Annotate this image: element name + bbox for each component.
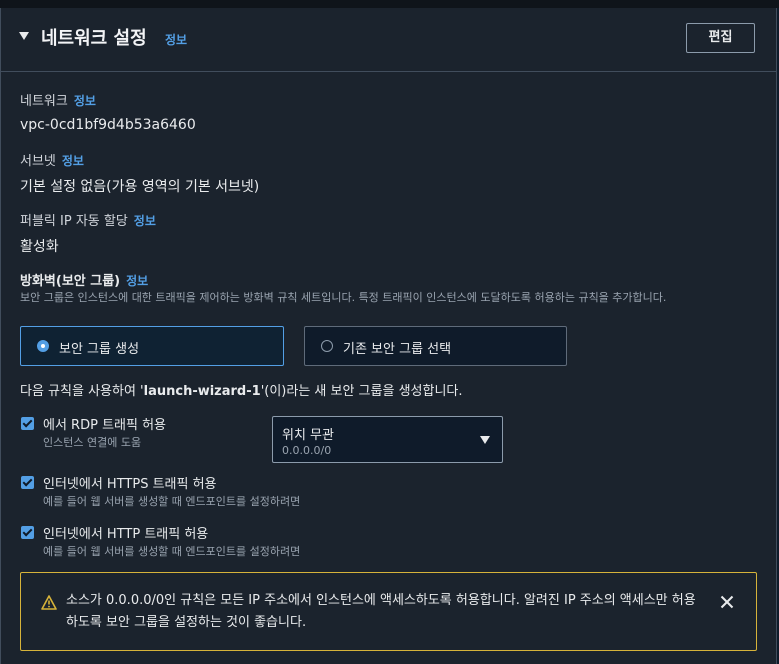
- network-label: 네트워크 정보: [20, 94, 96, 109]
- source-select[interactable]: 위치 무관 0.0.0.0/0: [272, 416, 503, 463]
- firewall-description: 보안 그룹은 인스턴스에 대한 트래픽을 제어하는 방화벽 규칙 세트입니다. …: [20, 291, 667, 304]
- warning-icon: [41, 595, 57, 610]
- warning-alert: 소스가 0.0.0.0/0인 규칙은 모든 IP 주소에서 인스턴스에 액세스하…: [20, 572, 757, 651]
- public-ip-label: 퍼블릭 IP 자동 할당 정보: [20, 214, 156, 229]
- https-rule-hint: 예를 들어 웹 서버를 생성할 때 엔드포인트를 설정하려면: [43, 495, 301, 508]
- http-rule-label: 인터넷에서 HTTP 트래픽 허용: [43, 527, 209, 542]
- rdp-rule-hint: 인스턴스 연결에 도움: [43, 436, 142, 449]
- radio-create-security-group[interactable]: 보안 그룹 생성: [20, 326, 284, 366]
- section-info-link[interactable]: 정보: [165, 31, 187, 48]
- https-rule-label: 인터넷에서 HTTPS 트래픽 허용: [43, 477, 217, 492]
- radio-select-existing-group[interactable]: 기존 보안 그룹 선택: [304, 326, 567, 366]
- network-value: vpc-0cd1bf9d4b53a6460: [20, 117, 196, 133]
- caret-down-icon[interactable]: [19, 32, 29, 40]
- security-group-name: launch-wizard-1: [143, 384, 261, 399]
- subnet-label: 서브넷 정보: [20, 154, 84, 169]
- close-icon[interactable]: [720, 595, 734, 609]
- firewall-info-link[interactable]: 정보: [126, 274, 148, 288]
- section-header: 네트워크 설정 정보 편집: [1, 8, 776, 72]
- network-info-link[interactable]: 정보: [74, 94, 96, 108]
- public-ip-info-link[interactable]: 정보: [134, 214, 156, 228]
- firewall-label: 방화벽(보안 그룹) 정보: [20, 274, 149, 289]
- source-select-value: 위치 무관: [282, 428, 334, 443]
- radio-icon[interactable]: [321, 340, 333, 352]
- network-settings-panel: 네트워크 설정 정보 편집 네트워크 정보 vpc-0cd1bf9d4b53a64…: [0, 8, 777, 664]
- subnet-value: 기본 설정 없음(가용 영역의 기본 서브넷): [20, 179, 260, 195]
- source-select-cidr: 0.0.0.0/0: [282, 444, 332, 457]
- section-title[interactable]: 네트워크 설정: [41, 24, 147, 50]
- radio-label: 기존 보안 그룹 선택: [343, 342, 452, 357]
- subnet-info-link[interactable]: 정보: [62, 154, 84, 168]
- radio-icon[interactable]: [37, 340, 49, 352]
- checkbox-https[interactable]: [21, 476, 34, 489]
- edit-button[interactable]: 편집: [686, 23, 755, 53]
- checkbox-http[interactable]: [21, 526, 34, 539]
- public-ip-value: 활성화: [20, 239, 59, 255]
- warning-text: 소스가 0.0.0.0/0인 규칙은 모든 IP 주소에서 인스턴스에 액세스하…: [66, 593, 696, 630]
- radio-label: 보안 그룹 생성: [59, 342, 140, 357]
- rule-summary: 다음 규칙을 사용하여 'launch-wizard-1'(이)라는 새 보안 …: [20, 384, 463, 399]
- rdp-rule-label: 에서 RDP 트래픽 허용: [43, 418, 166, 433]
- top-strip: [0, 0, 779, 8]
- checkbox-rdp[interactable]: [21, 417, 34, 430]
- chevron-down-icon: [480, 436, 490, 444]
- http-rule-hint: 예를 들어 웹 서버를 생성할 때 엔드포인트를 설정하려면: [43, 545, 301, 558]
